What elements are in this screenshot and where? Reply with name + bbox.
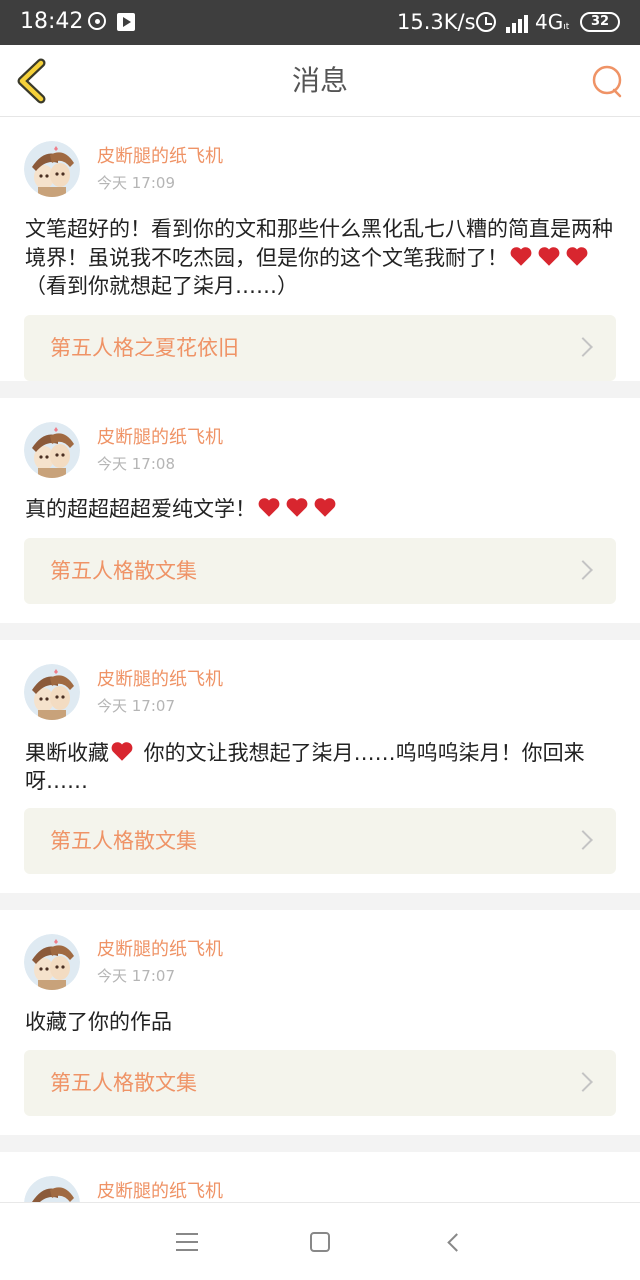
message-time: 今天 17:09 bbox=[97, 174, 175, 192]
status-bar: 18:42 15.3K/s 4Gıt 32 bbox=[0, 0, 640, 45]
message-card: 皮断腿的纸飞机 今天 17:09 文笔超好的！看到你的文和那些什么黑化乱七八糟的… bbox=[0, 117, 640, 381]
alarm-icon bbox=[476, 12, 496, 32]
chevron-left-icon bbox=[17, 58, 46, 104]
network-speed: 15.3K/s bbox=[397, 10, 476, 34]
network-type: 4Gıt bbox=[535, 10, 570, 34]
author-name[interactable]: 皮断腿的纸飞机 bbox=[97, 426, 223, 450]
page-title: 消息 bbox=[291, 64, 348, 97]
heart-emoji-icon bbox=[314, 498, 336, 517]
work-title: 第五人格之夏花依旧 bbox=[50, 336, 239, 360]
divider bbox=[0, 623, 640, 640]
work-title: 第五人格散文集 bbox=[50, 559, 197, 583]
message-card: 皮断腿的纸飞机 今天 17:07 收藏了你的作品 第五人格散文集 bbox=[0, 910, 640, 1135]
author-name[interactable]: 皮断腿的纸飞机 bbox=[97, 938, 223, 962]
search-icon bbox=[592, 65, 622, 98]
author-name[interactable]: 皮断腿的纸飞机 bbox=[97, 668, 223, 692]
menu-icon[interactable] bbox=[176, 1233, 198, 1251]
work-title: 第五人格散文集 bbox=[50, 829, 197, 853]
battery-icon: 32 bbox=[580, 12, 620, 32]
message-time: 今天 17:07 bbox=[97, 697, 175, 715]
home-icon[interactable] bbox=[310, 1232, 330, 1252]
heart-emoji-icon bbox=[538, 247, 560, 266]
app-header: 消息 bbox=[0, 45, 640, 117]
avatar[interactable] bbox=[24, 141, 80, 197]
work-link[interactable]: 第五人格散文集 bbox=[24, 1050, 616, 1116]
message-content: 真的超超超超爱纯文学！ bbox=[25, 494, 617, 524]
message-time: 今天 17:08 bbox=[97, 455, 175, 473]
chevron-right-icon bbox=[573, 1072, 593, 1092]
divider bbox=[0, 381, 640, 398]
divider bbox=[0, 893, 640, 910]
heart-emoji-icon bbox=[111, 742, 133, 761]
message-list: 皮断腿的纸飞机 今天 17:09 文笔超好的！看到你的文和那些什么黑化乱七八糟的… bbox=[0, 117, 640, 1212]
chevron-right-icon bbox=[573, 560, 593, 580]
search-button[interactable] bbox=[589, 63, 625, 99]
message-content: 果断收藏 你的文让我想起了柒月……呜呜呜柒月！你回来呀…… bbox=[25, 738, 617, 794]
signal-icon bbox=[506, 13, 532, 33]
back-icon[interactable] bbox=[447, 1233, 466, 1252]
heart-emoji-icon bbox=[286, 498, 308, 517]
heart-emoji-icon bbox=[510, 247, 532, 266]
avatar[interactable] bbox=[24, 664, 80, 720]
message-content: 文笔超好的！看到你的文和那些什么黑化乱七八糟的简直是两种境界！虽说我不吃杰园，但… bbox=[25, 217, 613, 298]
back-button[interactable] bbox=[14, 57, 54, 105]
avatar[interactable] bbox=[24, 934, 80, 990]
message-card: 皮断腿的纸飞机 今天 17:07 果断收藏 你的文让我想起了柒月……呜呜呜柒月！… bbox=[0, 640, 640, 893]
message-content: 收藏了你的作品 bbox=[25, 1010, 172, 1034]
heart-emoji-icon bbox=[566, 247, 588, 266]
notification-icon bbox=[88, 12, 106, 30]
work-link[interactable]: 第五人格散文集 bbox=[24, 808, 616, 874]
play-store-icon bbox=[117, 13, 135, 31]
system-nav-bar bbox=[0, 1202, 640, 1280]
message-time: 今天 17:07 bbox=[97, 967, 175, 985]
author-name[interactable]: 皮断腿的纸飞机 bbox=[97, 145, 223, 169]
work-link[interactable]: 第五人格之夏花依旧 bbox=[24, 315, 616, 381]
work-link[interactable]: 第五人格散文集 bbox=[24, 538, 616, 604]
message-card: 皮断腿的纸飞机 今天 17:08 真的超超超超爱纯文学！ 第五人格散文集 bbox=[0, 398, 640, 623]
author-name[interactable]: 皮断腿的纸飞机 bbox=[97, 1180, 223, 1204]
divider bbox=[0, 1135, 640, 1152]
status-time: 18:42 bbox=[20, 9, 84, 34]
chevron-right-icon bbox=[573, 830, 593, 850]
chevron-right-icon bbox=[573, 337, 593, 357]
avatar[interactable] bbox=[24, 422, 80, 478]
work-title: 第五人格散文集 bbox=[50, 1071, 197, 1095]
heart-emoji-icon bbox=[258, 498, 280, 517]
